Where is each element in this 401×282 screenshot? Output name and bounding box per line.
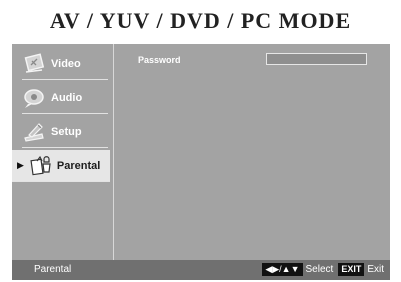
content-area: Password [114, 44, 390, 260]
exit-key-badge[interactable]: EXIT [338, 263, 365, 276]
video-icon [22, 52, 46, 76]
exit-hint-label: Exit [367, 264, 384, 275]
key-hints: ◀▶/▲▼ Select EXIT Exit [262, 263, 384, 276]
menu-item-label: Setup [51, 125, 82, 138]
current-menu-label: Parental [34, 264, 72, 275]
selection-arrow-icon: ▶ [17, 160, 24, 170]
menu-item-audio[interactable]: Audio [22, 82, 108, 114]
password-label: Password [138, 55, 181, 65]
audio-icon [22, 86, 46, 110]
navigate-keys-icon: ◀▶/▲▼ [262, 263, 303, 276]
menu-item-label: Parental [56, 159, 101, 172]
password-field[interactable] [266, 53, 367, 65]
osd-menu-panel: Video Audio Setup ▶ Parental Password Pa… [12, 44, 390, 280]
menu-item-label: Video [51, 57, 81, 70]
setup-icon [22, 120, 46, 144]
parental-icon [28, 154, 52, 178]
menu-item-video[interactable]: Video [22, 48, 108, 80]
select-hint-label: Select [305, 264, 334, 275]
menu-item-label: Audio [51, 91, 83, 104]
status-bar: Parental ◀▶/▲▼ Select EXIT Exit [12, 260, 390, 280]
menu-item-parental[interactable]: ▶ Parental [12, 150, 110, 182]
menu-item-setup[interactable]: Setup [22, 116, 108, 148]
sidebar-menu: Video Audio Setup ▶ Parental [12, 44, 114, 260]
mode-title: AV / YUV / DVD / PC MODE [49, 8, 352, 33]
